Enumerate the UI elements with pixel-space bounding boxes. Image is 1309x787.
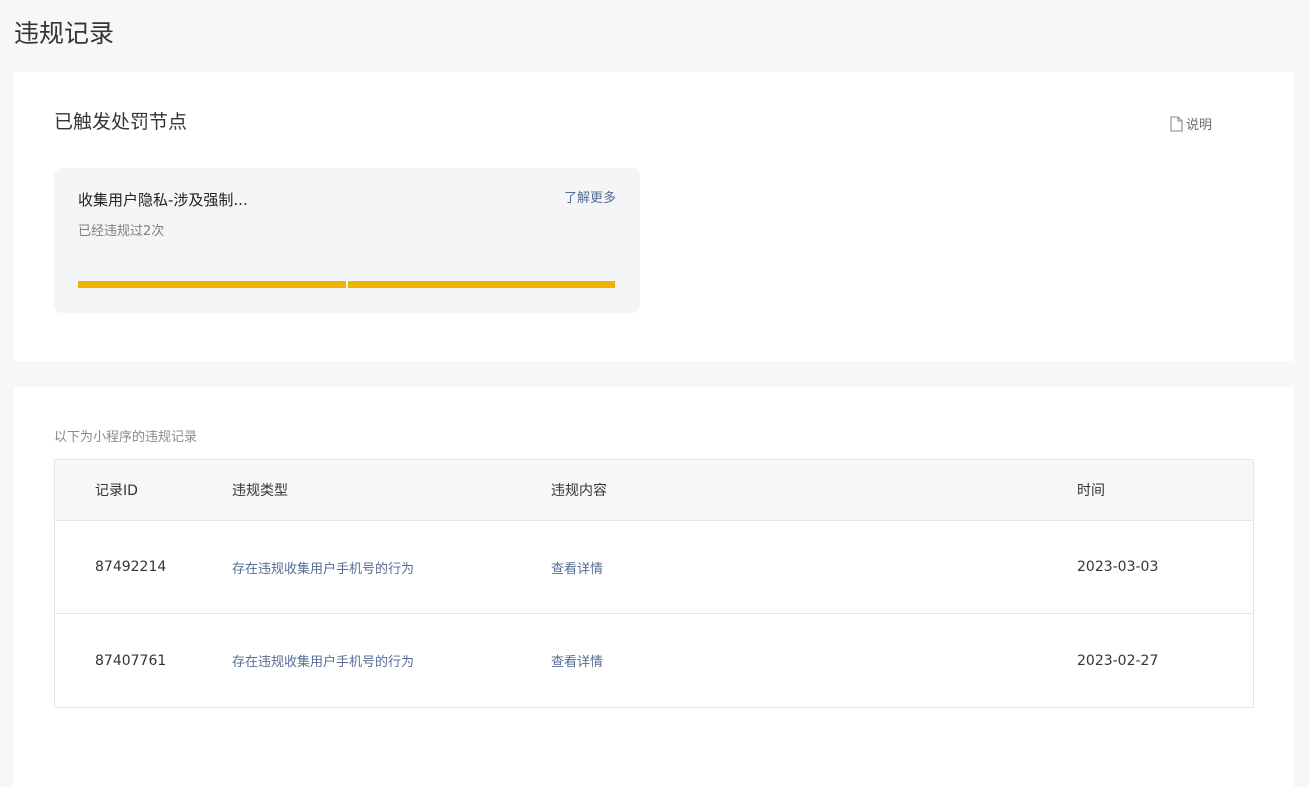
table-row: 87407761 存在违规收集用户手机号的行为 查看详情 2023-02-27 [55, 614, 1253, 707]
view-details-link[interactable]: 查看详情 [551, 562, 603, 577]
violation-records-panel: 以下为小程序的违规记录 记录ID 违规类型 违规内容 时间 87492214 存… [14, 387, 1294, 787]
view-details-link[interactable]: 查看详情 [551, 655, 603, 670]
record-time: 2023-03-03 [1077, 559, 1159, 575]
record-id: 87407761 [95, 652, 167, 669]
learn-more-link[interactable]: 了解更多 [564, 188, 616, 210]
explain-button[interactable]: 说明 [1170, 114, 1212, 133]
violation-count-text: 已经违规过2次 [78, 224, 165, 239]
table-row: 87492214 存在违规收集用户手机号的行为 查看详情 2023-03-03 [55, 521, 1253, 614]
violation-type-link[interactable]: 存在违规收集用户手机号的行为 [232, 655, 414, 670]
penalty-section-title: 已触发处罚节点 [54, 111, 188, 133]
record-id: 87492214 [95, 559, 167, 575]
records-table: 记录ID 违规类型 违规内容 时间 87492214 存在违规收集用户手机号的行… [54, 459, 1254, 708]
table-header-row: 记录ID 违规类型 违规内容 时间 [55, 460, 1253, 521]
violation-progress-bar [78, 281, 615, 288]
records-description: 以下为小程序的违规记录 [54, 430, 198, 445]
document-icon [1170, 115, 1183, 132]
column-header-time: 时间 [1077, 483, 1105, 499]
progress-segment-2 [347, 281, 615, 288]
column-header-content: 违规内容 [551, 483, 607, 499]
violation-type-link[interactable]: 存在违规收集用户手机号的行为 [232, 562, 414, 577]
record-time: 2023-02-27 [1077, 652, 1159, 669]
explain-label: 说明 [1185, 118, 1212, 133]
penalty-node-panel: 已触发处罚节点 说明 收集用户隐私-涉及强制... 了解更多 已经违规过2次 [14, 72, 1294, 361]
progress-segment-1 [78, 281, 346, 288]
penalty-node-card: 收集用户隐私-涉及强制... 了解更多 已经违规过2次 [54, 168, 640, 313]
column-header-type: 违规类型 [232, 483, 288, 499]
column-header-id: 记录ID [95, 483, 138, 499]
node-title: 收集用户隐私-涉及强制... [78, 191, 248, 209]
page-title: 违规记录 [14, 19, 115, 48]
